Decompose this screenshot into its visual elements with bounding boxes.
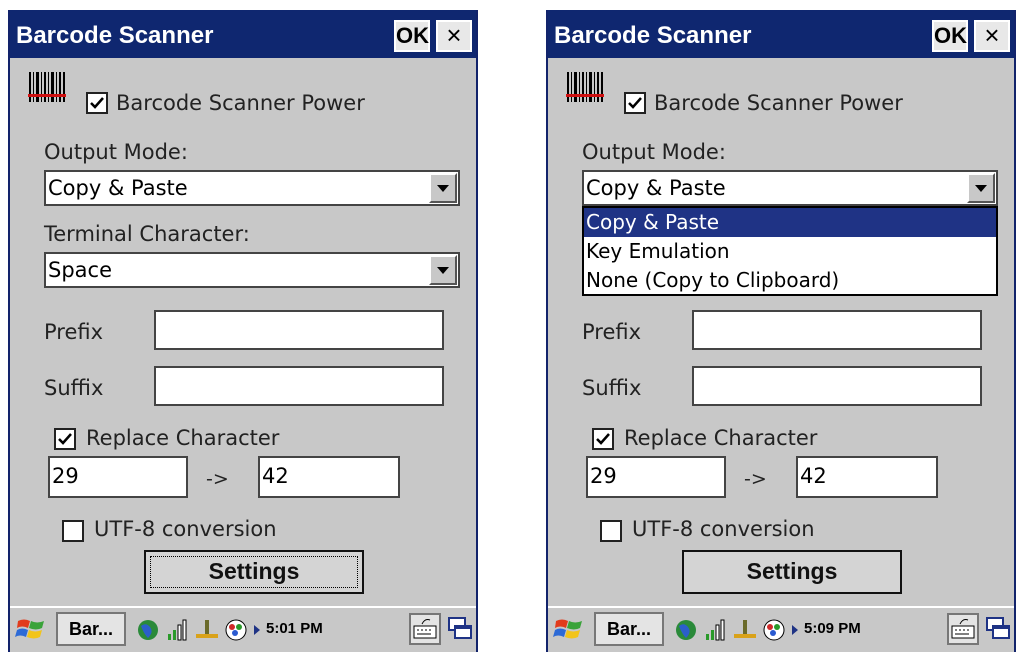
globe-icon xyxy=(676,620,696,640)
prefix-label: Prefix xyxy=(44,320,104,344)
replace-label: Replace Character xyxy=(86,426,280,450)
start-windows-icon[interactable] xyxy=(14,612,48,646)
ok-button[interactable]: OK xyxy=(932,20,968,52)
barcode-icon xyxy=(28,72,66,102)
suffix-label: Suffix xyxy=(44,376,104,400)
dropdown-option-copy-paste[interactable]: Copy & Paste xyxy=(584,208,996,237)
suffix-input[interactable] xyxy=(154,366,444,406)
replace-checkbox[interactable] xyxy=(592,428,614,450)
left-screenshot: Barcode Scanner OK × Barcode Scanner Pow… xyxy=(0,10,478,652)
replace-checkbox[interactable] xyxy=(54,428,76,450)
ok-button[interactable]: OK xyxy=(394,20,430,52)
power-label: Barcode Scanner Power xyxy=(116,91,365,115)
chevron-down-icon[interactable] xyxy=(429,173,457,203)
replace-to-input[interactable]: 42 xyxy=(796,456,938,498)
dropdown-option-key-emulation[interactable]: Key Emulation xyxy=(584,237,996,266)
clock: 5:01 PM xyxy=(266,620,323,637)
keyboard-icon[interactable] xyxy=(408,612,442,646)
output-mode-select[interactable]: Copy & Paste xyxy=(44,170,460,206)
title-bar: Barcode Scanner OK × xyxy=(10,10,476,58)
window-title: Barcode Scanner xyxy=(16,22,214,49)
taskbar: Bar... 5:09 PM xyxy=(548,606,1014,650)
replace-from-input[interactable]: 29 xyxy=(586,456,726,498)
output-mode-value: Copy & Paste xyxy=(48,176,188,200)
replace-to-input[interactable]: 42 xyxy=(258,456,400,498)
volume-icon xyxy=(763,619,785,641)
volume-icon xyxy=(225,619,247,641)
barcode-icon xyxy=(566,72,604,102)
terminal-character-label: Terminal Character: xyxy=(44,222,250,246)
replace-from-input[interactable]: 29 xyxy=(48,456,188,498)
taskbar-app-button[interactable]: Bar... xyxy=(56,612,126,646)
settings-button[interactable]: Settings xyxy=(144,550,364,594)
utf8-label: UTF-8 conversion xyxy=(94,517,277,541)
scanner-window: Barcode Scanner OK × Barcode Scanner Pow… xyxy=(8,10,478,652)
scanner-window: Barcode Scanner OK × Barcode Scanner Pow… xyxy=(546,10,1016,652)
checkmark-icon xyxy=(628,97,642,109)
utf8-checkbox[interactable] xyxy=(600,520,622,542)
dropdown-option-none[interactable]: None (Copy to Clipboard) xyxy=(584,266,996,295)
taskbar: Bar... 5:01 PM xyxy=(10,606,476,650)
power-checkbox[interactable] xyxy=(624,92,646,114)
output-mode-label: Output Mode: xyxy=(44,140,188,164)
close-button[interactable]: × xyxy=(974,20,1010,52)
switch-windows-icon[interactable] xyxy=(446,612,474,646)
power-checkbox[interactable] xyxy=(86,92,108,114)
utf8-checkbox[interactable] xyxy=(62,520,84,542)
output-mode-value: Copy & Paste xyxy=(586,176,726,200)
checkmark-icon xyxy=(90,97,104,109)
chevron-down-icon[interactable] xyxy=(429,255,457,285)
tray-expand-icon[interactable] xyxy=(252,624,262,636)
terminal-character-value: Space xyxy=(48,258,112,282)
window-body: Barcode Scanner Power Output Mode: Copy … xyxy=(10,58,476,608)
clock: 5:09 PM xyxy=(804,620,861,637)
prefix-input[interactable] xyxy=(154,310,444,350)
utf8-label: UTF-8 conversion xyxy=(632,517,815,541)
title-bar: Barcode Scanner OK × xyxy=(548,10,1014,58)
start-windows-icon[interactable] xyxy=(552,612,586,646)
signal-icon xyxy=(168,619,187,641)
chevron-down-icon[interactable] xyxy=(967,173,995,203)
taskbar-app-button[interactable]: Bar... xyxy=(594,612,664,646)
signal-icon xyxy=(706,619,725,641)
suffix-label: Suffix xyxy=(582,376,642,400)
window-title: Barcode Scanner xyxy=(554,22,752,49)
terminal-character-select[interactable]: Space xyxy=(44,252,460,288)
arrow-label: -> xyxy=(206,468,229,490)
output-mode-label: Output Mode: xyxy=(582,140,726,164)
connection-icon xyxy=(734,620,756,638)
window-body: Barcode Scanner Power Output Mode: Copy … xyxy=(548,58,1014,608)
suffix-input[interactable] xyxy=(692,366,982,406)
prefix-input[interactable] xyxy=(692,310,982,350)
settings-button[interactable]: Settings xyxy=(682,550,902,594)
checkmark-icon xyxy=(58,433,72,445)
right-screenshot: Barcode Scanner OK × Barcode Scanner Pow… xyxy=(538,10,1016,652)
switch-windows-icon[interactable] xyxy=(984,612,1012,646)
checkmark-icon xyxy=(596,433,610,445)
output-mode-select[interactable]: Copy & Paste xyxy=(582,170,998,206)
prefix-label: Prefix xyxy=(582,320,642,344)
system-tray: 5:01 PM xyxy=(134,610,402,648)
arrow-label: -> xyxy=(744,468,767,490)
tray-expand-icon[interactable] xyxy=(790,624,800,636)
system-tray: 5:09 PM xyxy=(672,610,940,648)
power-label: Barcode Scanner Power xyxy=(654,91,903,115)
close-button[interactable]: × xyxy=(436,20,472,52)
connection-icon xyxy=(196,620,218,638)
globe-icon xyxy=(138,620,158,640)
keyboard-icon[interactable] xyxy=(946,612,980,646)
output-mode-dropdown: Copy & Paste Key Emulation None (Copy to… xyxy=(582,206,998,296)
replace-label: Replace Character xyxy=(624,426,818,450)
